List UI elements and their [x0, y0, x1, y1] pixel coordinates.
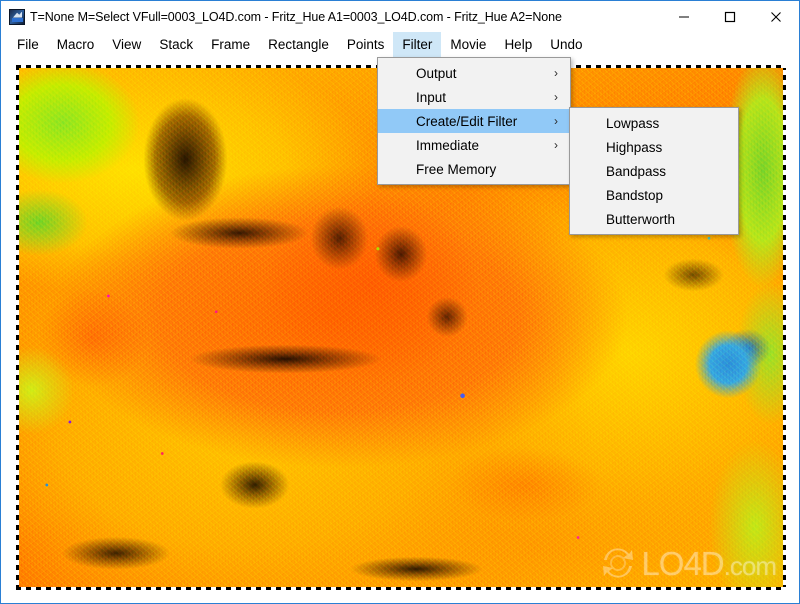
submenu-option-bandstop-label: Bandstop — [606, 187, 664, 203]
submenu-option-butterworth[interactable]: Butterworth — [570, 207, 738, 231]
menu-bar: File Macro View Stack Frame Rectangle Po… — [1, 32, 799, 57]
chevron-right-icon: › — [554, 66, 558, 80]
menu-item-help[interactable]: Help — [495, 32, 541, 57]
chevron-right-icon: › — [554, 138, 558, 152]
menu-option-create-edit-filter[interactable]: Create/Edit Filter › — [378, 109, 570, 133]
submenu-option-highpass-label: Highpass — [606, 139, 663, 155]
maximize-button[interactable] — [707, 1, 753, 32]
menu-item-file[interactable]: File — [8, 32, 48, 57]
minimize-button[interactable] — [661, 1, 707, 32]
menu-item-view[interactable]: View — [103, 32, 150, 57]
bottom-strip — [2, 590, 799, 603]
close-icon — [771, 11, 781, 22]
menu-option-free-memory-label: Free Memory — [416, 161, 497, 177]
menu-option-free-memory[interactable]: Free Memory — [378, 157, 570, 181]
close-button[interactable] — [753, 1, 799, 32]
title-bar: T=None M=Select VFull=0003_LO4D.com - Fr… — [1, 1, 799, 32]
menu-option-immediate-label: Immediate — [416, 137, 480, 153]
window-controls — [661, 1, 799, 32]
window-title: T=None M=Select VFull=0003_LO4D.com - Fr… — [30, 9, 562, 24]
menu-option-input-label: Input — [416, 89, 447, 105]
chevron-right-icon: › — [554, 114, 558, 128]
maximize-icon — [724, 11, 736, 22]
app-icon — [9, 8, 25, 25]
menu-item-filter[interactable]: Filter — [393, 32, 442, 57]
filter-submenu: Lowpass Highpass Bandpass Bandstop Butte… — [569, 107, 739, 235]
menu-item-rectangle[interactable]: Rectangle — [259, 32, 338, 57]
filter-dropdown-menu: Output › Input › Create/Edit Filter › Im… — [377, 57, 571, 185]
submenu-option-bandstop[interactable]: Bandstop — [570, 183, 738, 207]
menu-option-input[interactable]: Input › — [378, 85, 570, 109]
minimize-icon — [679, 16, 689, 17]
menu-item-macro[interactable]: Macro — [48, 32, 104, 57]
submenu-option-butterworth-label: Butterworth — [606, 211, 676, 227]
application-window: T=None M=Select VFull=0003_LO4D.com - Fr… — [0, 0, 800, 604]
submenu-option-lowpass[interactable]: Lowpass — [570, 111, 738, 135]
submenu-option-bandpass-label: Bandpass — [606, 163, 667, 179]
menu-option-create-edit-filter-label: Create/Edit Filter — [416, 113, 518, 129]
menu-item-movie[interactable]: Movie — [441, 32, 495, 57]
menu-item-stack[interactable]: Stack — [150, 32, 202, 57]
menu-item-frame[interactable]: Frame — [202, 32, 259, 57]
menu-item-undo[interactable]: Undo — [541, 32, 591, 57]
submenu-option-bandpass[interactable]: Bandpass — [570, 159, 738, 183]
menu-option-output-label: Output — [416, 65, 457, 81]
chevron-right-icon: › — [554, 90, 558, 104]
menu-option-immediate[interactable]: Immediate › — [378, 133, 570, 157]
menu-item-points[interactable]: Points — [338, 32, 394, 57]
submenu-option-lowpass-label: Lowpass — [606, 115, 660, 131]
menu-option-output[interactable]: Output › — [378, 61, 570, 85]
submenu-option-highpass[interactable]: Highpass — [570, 135, 738, 159]
